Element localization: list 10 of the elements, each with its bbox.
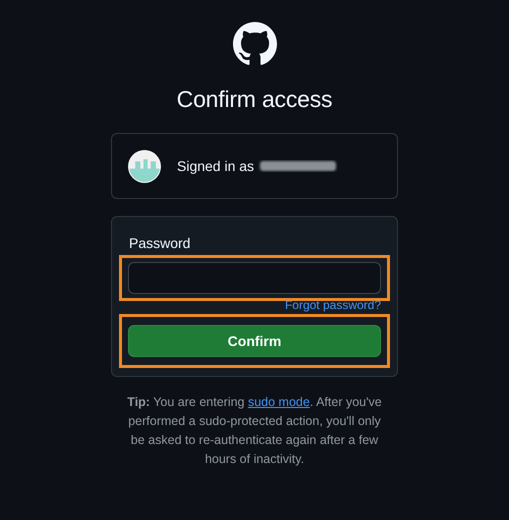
confirm-button[interactable]: Confirm [128, 325, 381, 357]
forgot-password-link[interactable]: Forgot password? [284, 298, 381, 312]
page-title: Confirm access [176, 86, 332, 113]
sudo-mode-link[interactable]: sudo mode [248, 395, 310, 409]
password-field[interactable] [128, 262, 381, 294]
avatar-icon [128, 150, 161, 182]
tip-text: Tip: You are entering sudo mode. After you've performed a sudo-protected action, you'll only be asked to re-authenticate again after a few hours of inactivity. [126, 394, 383, 468]
password-label: Password [129, 235, 192, 251]
octocat-logo-icon [232, 22, 276, 66]
signed-in-text: Signed in as [177, 158, 254, 174]
